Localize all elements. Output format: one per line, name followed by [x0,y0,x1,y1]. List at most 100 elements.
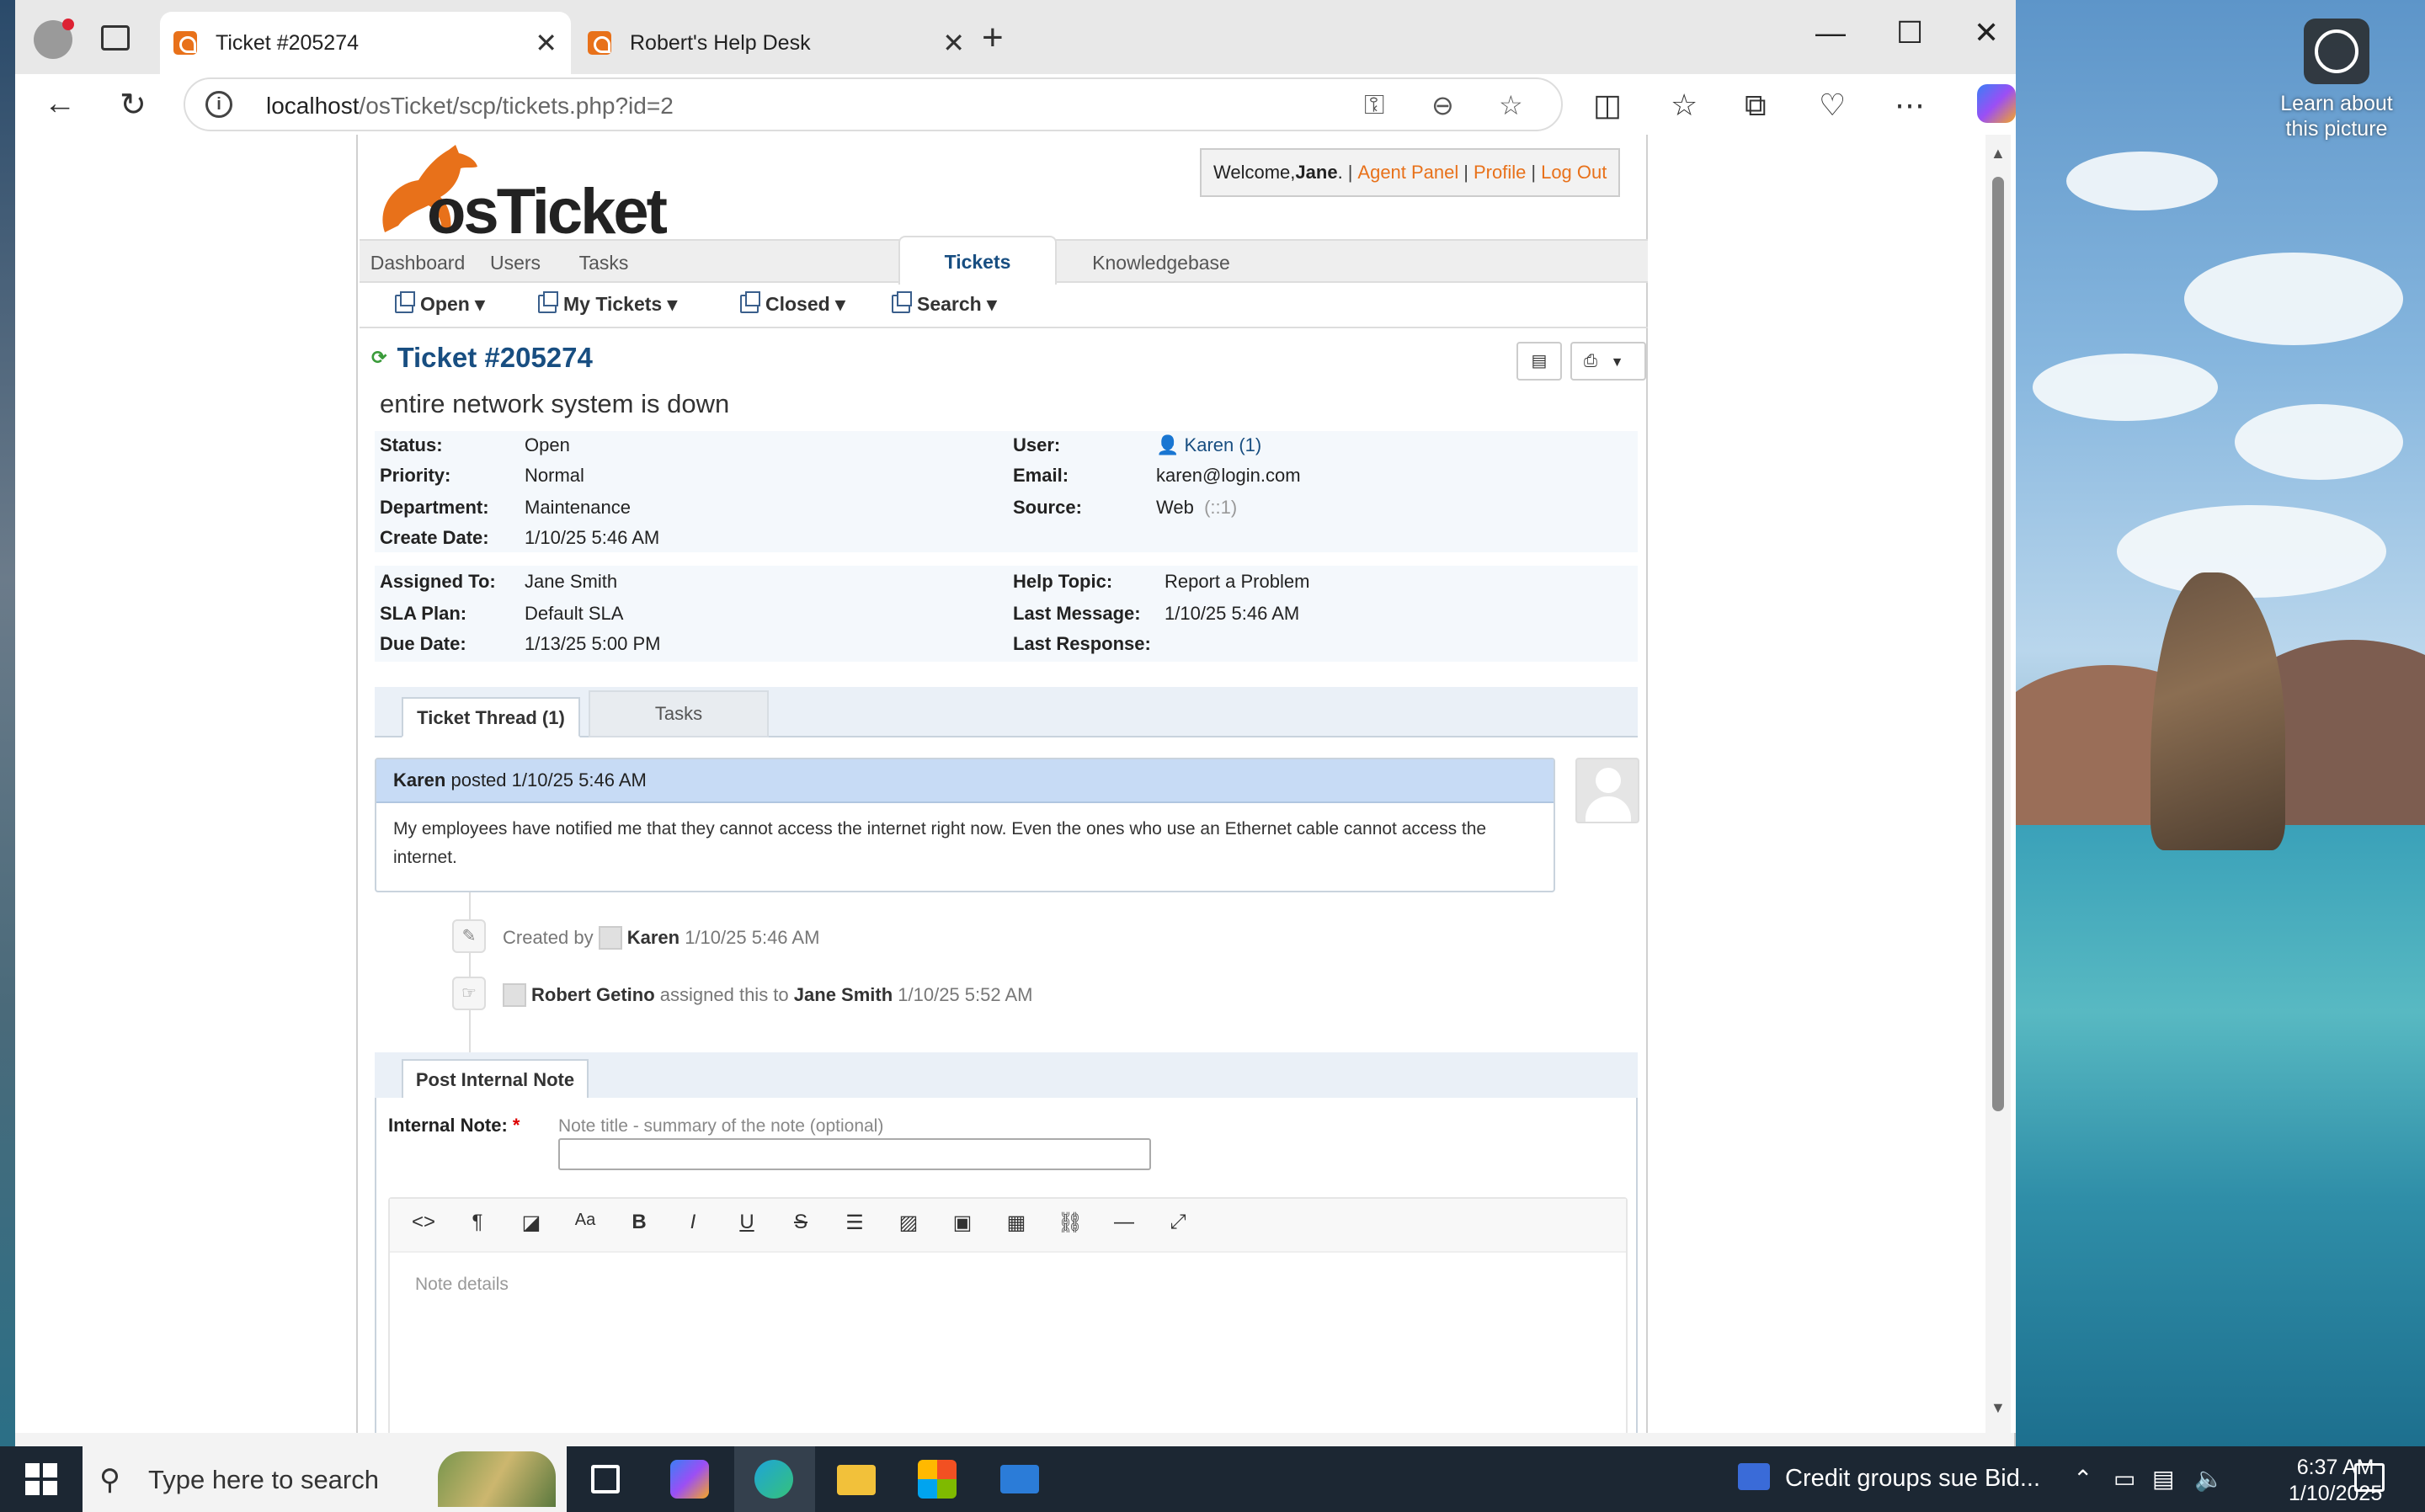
last-message-label: Last Message: [1013,603,1141,624]
strikethrough-icon[interactable]: S [784,1211,818,1234]
notifications-icon[interactable] [2354,1463,2385,1492]
search-icon: ⚲ [99,1464,120,1496]
show-hidden-icons-icon[interactable]: ⌃ [2073,1465,2092,1493]
tab-post-internal-note[interactable]: Post Internal Note [402,1059,589,1099]
windows-start-icon[interactable] [25,1463,57,1495]
network-icon[interactable]: ▤ [2152,1465,2174,1493]
task-view-button[interactable] [566,1446,647,1512]
print-button[interactable]: ⎙ ▼ [1570,342,1646,381]
url-text: localhost/osTicket/scp/tickets.php?id=2 [266,93,674,119]
user-label: User: [1013,434,1061,455]
osticket-logo[interactable]: osTicket [368,141,668,248]
scroll-down-icon[interactable]: ▼ [1991,1399,2006,1417]
note-title-input[interactable] [558,1138,1151,1170]
tab-actions-icon[interactable] [101,25,130,51]
info-icon[interactable]: i [205,91,232,118]
back-icon[interactable]: ← [44,86,76,122]
file-explorer-button[interactable] [817,1446,898,1512]
nav-tasks[interactable]: Tasks [562,241,646,283]
source-value: Web (::1) [1156,497,1238,518]
bold-icon[interactable]: B [622,1211,656,1234]
tab-helpdesk[interactable]: Robert's Help Desk ✕ [574,12,978,74]
paragraph-icon[interactable]: ¶ [461,1211,494,1234]
horizontal-rule-icon[interactable]: — [1107,1211,1141,1234]
profile-icon[interactable] [34,19,74,59]
tab-tasks[interactable]: Tasks [589,690,769,737]
subnav-closed[interactable]: Closed ▾ [740,291,845,316]
nav-users[interactable]: Users [469,241,562,283]
font-size-icon[interactable]: Aa [568,1211,602,1230]
internal-note-form: Internal Note: * Note title - summary of… [375,1098,1638,1433]
help-topic-value: Report a Problem [1165,571,1310,592]
tickets-icon [892,291,912,313]
subnav-search[interactable]: Search ▾ [892,291,997,316]
osticket-favicon-icon [173,31,197,55]
zoom-out-icon[interactable]: ⊖ [1431,89,1454,121]
logout-link[interactable]: Log Out [1541,162,1607,184]
store-button[interactable] [898,1446,978,1512]
edge-taskbar-button[interactable] [734,1446,815,1512]
fullscreen-icon[interactable]: ⤢ [1161,1211,1195,1234]
link-icon[interactable]: ⛓ [1053,1211,1087,1235]
url-field[interactable]: i localhost/osTicket/scp/tickets.php?id=… [184,77,1563,131]
rich-text-editor[interactable]: <> ¶ ◪ Aa B I U S ☰ ▨ ▣ ▦ ⛓ — ⤢ Note det… [388,1197,1628,1433]
collections-icon[interactable]: ⧉ [1745,88,1767,124]
ticket-assignment-box: Assigned To: Jane Smith SLA Plan: Defaul… [375,566,1638,662]
scroll-thumb[interactable] [1992,177,2004,1111]
meet-now-icon[interactable]: ▭ [2113,1465,2135,1493]
welcome-user: Jane [1295,162,1338,183]
tickets-icon [740,291,760,313]
underline-icon[interactable]: U [730,1211,764,1234]
close-window-icon[interactable]: ✕ [1974,15,1999,51]
news-widget[interactable]: Credit groups sue Bid... [1738,1463,2040,1493]
department-value: Maintenance [525,497,631,518]
welcome-prefix: Welcome, [1213,162,1296,183]
user-link[interactable]: 👤 Karen (1) [1156,434,1261,456]
avatar [503,983,526,1007]
table-icon[interactable]: ▦ [999,1211,1033,1235]
image-icon[interactable]: ▨ [892,1211,925,1235]
close-tab-icon[interactable]: ✕ [942,27,965,59]
desktop-left-strip [0,0,15,1446]
subnav-my-tickets[interactable]: My Tickets ▾ [538,291,677,316]
page-scrollbar[interactable]: ▲ ▼ [1985,135,2011,1433]
video-icon[interactable]: ▣ [946,1211,979,1235]
copilot-taskbar-button[interactable] [650,1446,731,1512]
nav-tickets[interactable]: Tickets [898,236,1057,285]
export-button[interactable]: ▤ [1516,342,1562,381]
due-date-label: Due Date: [380,633,466,654]
refresh-icon[interactable]: ⟳ [371,347,386,368]
tab-ticket[interactable]: Ticket #205274 ✕ [160,12,571,74]
learn-about-picture[interactable]: Learn about this picture [2278,19,2396,141]
copilot-icon[interactable] [1977,84,2016,123]
profile-link[interactable]: Profile [1474,162,1526,184]
maximize-icon[interactable]: ☐ [1896,15,1923,51]
taskbar-search-placeholder: Type here to search [148,1465,379,1494]
key-icon[interactable]: ⚿ [1364,89,1384,121]
subnav-open[interactable]: Open ▾ [395,291,485,316]
text-color-icon[interactable]: ◪ [514,1211,548,1235]
refresh-icon[interactable]: ↻ [120,86,147,124]
tab-ticket-thread[interactable]: Ticket Thread (1) [402,697,580,737]
split-screen-icon[interactable]: ◫ [1593,88,1622,123]
close-tab-icon[interactable]: ✕ [535,27,557,59]
italic-icon[interactable]: I [676,1211,710,1234]
scroll-up-icon[interactable]: ▲ [1991,145,2006,162]
ticket-number: ⟳ Ticket #205274 [371,342,593,373]
priority-label: Priority: [380,465,451,486]
sla-plan-label: SLA Plan: [380,603,467,624]
thread-message: Karen posted 1/10/25 5:46 AM My employee… [375,758,1555,892]
minimize-icon[interactable]: — [1815,15,1846,51]
browser-essentials-icon[interactable]: ♡ [1819,88,1846,123]
new-tab-icon[interactable]: + [982,17,1004,59]
agent-panel-link[interactable]: Agent Panel [1357,162,1458,184]
more-menu-icon[interactable]: ⋯ [1895,88,1925,123]
volume-icon[interactable]: 🔈 [2194,1465,2224,1493]
nav-dashboard[interactable]: Dashboard [360,241,476,283]
code-view-icon[interactable]: <> [407,1211,440,1234]
list-icon[interactable]: ☰ [838,1211,871,1235]
favorites-icon[interactable]: ☆ [1671,88,1698,123]
mail-button[interactable] [980,1446,1061,1512]
favorite-star-icon[interactable]: ☆ [1499,89,1523,121]
nav-knowledgebase[interactable]: Knowledgebase [1058,241,1264,283]
